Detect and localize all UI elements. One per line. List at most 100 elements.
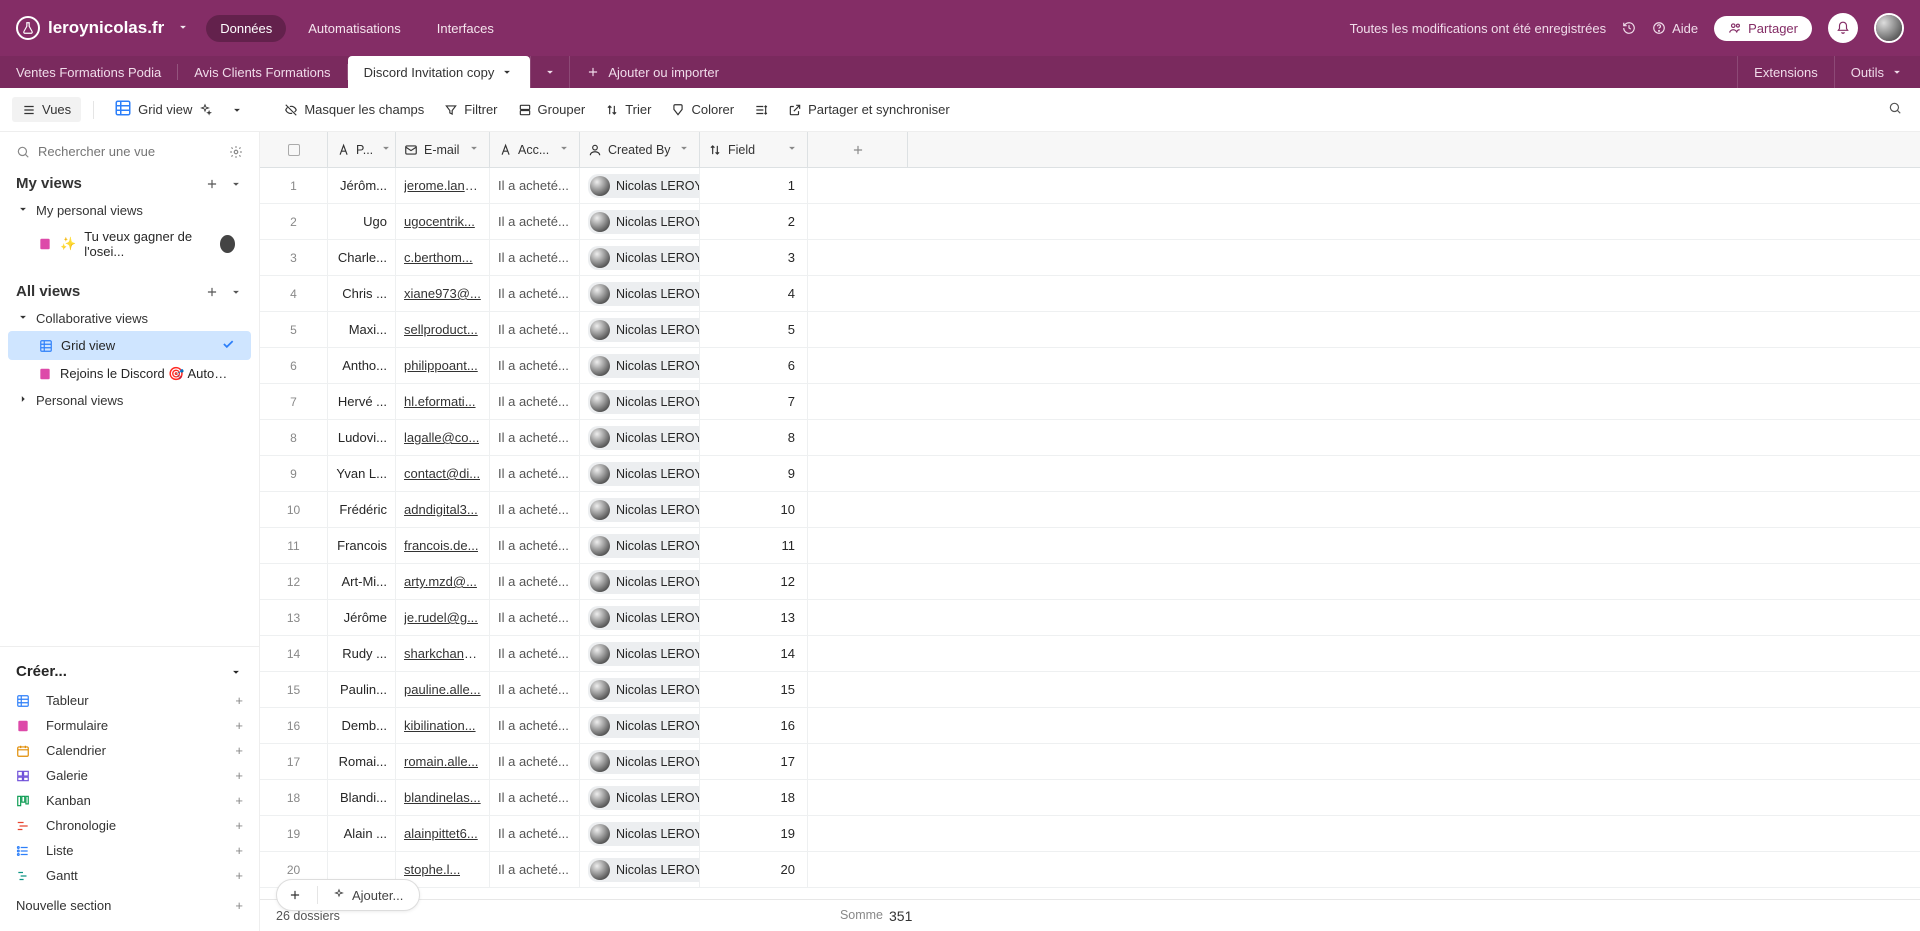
- cell-p[interactable]: Paulin...: [328, 672, 396, 707]
- collab-views-toggle[interactable]: Collaborative views: [0, 306, 259, 331]
- table-row[interactable]: 15 Paulin...pauline.alle...Il a acheté...…: [260, 672, 1920, 708]
- share-button[interactable]: Partager: [1714, 16, 1812, 41]
- cell-email[interactable]: c.berthom...: [396, 240, 490, 275]
- cell-field[interactable]: 11: [700, 528, 808, 563]
- table-row[interactable]: 20stophe.l...Il a acheté...Nicolas LEROY…: [260, 852, 1920, 888]
- cell-field[interactable]: 9: [700, 456, 808, 491]
- column-header-field[interactable]: Field: [700, 132, 808, 167]
- add-import-button[interactable]: Ajouter ou importer: [570, 56, 735, 88]
- cell-email[interactable]: je.rudel@g...: [396, 600, 490, 635]
- row-height-button[interactable]: [746, 99, 776, 121]
- filter-button[interactable]: Filtrer: [436, 98, 505, 121]
- cell-email[interactable]: alainpittet6...: [396, 816, 490, 851]
- notifications-button[interactable]: [1828, 13, 1858, 43]
- cell-email[interactable]: romain.alle...: [396, 744, 490, 779]
- create-kanban[interactable]: Kanban+: [0, 788, 259, 813]
- extensions-button[interactable]: Extensions: [1737, 56, 1834, 88]
- help-button[interactable]: Aide: [1652, 21, 1698, 36]
- table-row[interactable]: 5Maxi...sellproduct...Il a acheté...Nico…: [260, 312, 1920, 348]
- cell-p[interactable]: Jérôm...: [328, 168, 396, 203]
- new-section-button[interactable]: Nouvelle section+: [0, 888, 259, 923]
- cell-createdby[interactable]: Nicolas LEROY: [580, 780, 700, 815]
- cell-p[interactable]: Romai...: [328, 744, 396, 779]
- cell-createdby[interactable]: Nicolas LEROY: [580, 384, 700, 419]
- cell-acc[interactable]: Il a acheté...: [490, 564, 580, 599]
- column-header-email[interactable]: E-mail: [396, 132, 490, 167]
- cell-acc[interactable]: Il a acheté...: [490, 204, 580, 239]
- table-row[interactable]: 3Charle...c.berthom...Il a acheté...Nico…: [260, 240, 1920, 276]
- cell-email[interactable]: kibilination...: [396, 708, 490, 743]
- chevron-down-icon[interactable]: [229, 285, 243, 299]
- cell-acc[interactable]: Il a acheté...: [490, 852, 580, 887]
- history-button[interactable]: [1622, 21, 1636, 35]
- cell-p[interactable]: Rudy ...: [328, 636, 396, 671]
- cell-acc[interactable]: Il a acheté...: [490, 168, 580, 203]
- create-list[interactable]: Liste+: [0, 838, 259, 863]
- cell-acc[interactable]: Il a acheté...: [490, 420, 580, 455]
- cell-field[interactable]: 13: [700, 600, 808, 635]
- share-sync-button[interactable]: Partager et synchroniser: [780, 98, 958, 121]
- cell-createdby[interactable]: Nicolas LEROY: [580, 744, 700, 779]
- cell-acc[interactable]: Il a acheté...: [490, 744, 580, 779]
- cell-email[interactable]: ugocentrik...: [396, 204, 490, 239]
- cell-email[interactable]: lagalle@co...: [396, 420, 490, 455]
- cell-field[interactable]: 6: [700, 348, 808, 383]
- cell-field[interactable]: 15: [700, 672, 808, 707]
- search-views-input[interactable]: [38, 144, 221, 159]
- cell-field[interactable]: 4: [700, 276, 808, 311]
- cell-acc[interactable]: Il a acheté...: [490, 780, 580, 815]
- cell-acc[interactable]: Il a acheté...: [490, 384, 580, 419]
- cell-email[interactable]: hl.eformati...: [396, 384, 490, 419]
- cell-acc[interactable]: Il a acheté...: [490, 816, 580, 851]
- table-row[interactable]: 13Jérômeje.rudel@g...Il a acheté...Nicol…: [260, 600, 1920, 636]
- cell-p[interactable]: Jérôme: [328, 600, 396, 635]
- cell-acc[interactable]: Il a acheté...: [490, 312, 580, 347]
- cell-p[interactable]: Art-Mi...: [328, 564, 396, 599]
- cell-p[interactable]: Ugo: [328, 204, 396, 239]
- cell-createdby[interactable]: Nicolas LEROY: [580, 204, 700, 239]
- cell-email[interactable]: pauline.alle...: [396, 672, 490, 707]
- tools-button[interactable]: Outils: [1834, 56, 1920, 88]
- create-calendar[interactable]: Calendrier+: [0, 738, 259, 763]
- cell-field[interactable]: 3: [700, 240, 808, 275]
- table-row[interactable]: 19Alain ...alainpittet6...Il a acheté...…: [260, 816, 1920, 852]
- cell-email[interactable]: blandinelas...: [396, 780, 490, 815]
- gear-icon[interactable]: [229, 145, 243, 159]
- cell-acc[interactable]: Il a acheté...: [490, 600, 580, 635]
- create-form[interactable]: Formulaire+: [0, 713, 259, 738]
- cell-field[interactable]: 8: [700, 420, 808, 455]
- cell-acc[interactable]: Il a acheté...: [490, 492, 580, 527]
- column-header-createdby[interactable]: Created By: [580, 132, 700, 167]
- cell-createdby[interactable]: Nicolas LEROY: [580, 816, 700, 851]
- table-row[interactable]: 9Yvan L...contact@di...Il a acheté...Nic…: [260, 456, 1920, 492]
- table-row[interactable]: 4Chris ...xiane973@...Il a acheté...Nico…: [260, 276, 1920, 312]
- select-all-cell[interactable]: [260, 132, 328, 167]
- cell-p[interactable]: Hervé ...: [328, 384, 396, 419]
- field-summary[interactable]: Somme 351: [840, 908, 912, 924]
- hide-fields-button[interactable]: Masquer les champs: [276, 98, 432, 121]
- cell-field[interactable]: 7: [700, 384, 808, 419]
- personal-views-toggle[interactable]: Personal views: [0, 388, 259, 413]
- account-avatar[interactable]: [1874, 13, 1904, 43]
- cell-acc[interactable]: Il a acheté...: [490, 708, 580, 743]
- plus-icon[interactable]: [205, 177, 219, 191]
- table-row[interactable]: 18Blandi...blandinelas...Il a acheté...N…: [260, 780, 1920, 816]
- views-toggle[interactable]: Vues: [12, 97, 81, 122]
- cell-field[interactable]: 19: [700, 816, 808, 851]
- nav-interfaces[interactable]: Interfaces: [423, 15, 508, 42]
- view-item-discord[interactable]: Rejoins le Discord 🎯 Automatis...: [8, 360, 251, 388]
- cell-acc[interactable]: Il a acheté...: [490, 456, 580, 491]
- cell-createdby[interactable]: Nicolas LEROY: [580, 420, 700, 455]
- table-row[interactable]: 12Art-Mi...arty.mzd@...Il a acheté...Nic…: [260, 564, 1920, 600]
- cell-p[interactable]: Francois: [328, 528, 396, 563]
- my-personal-views-toggle[interactable]: My personal views: [0, 198, 259, 223]
- cell-createdby[interactable]: Nicolas LEROY: [580, 348, 700, 383]
- cell-email[interactable]: francois.de...: [396, 528, 490, 563]
- cell-acc[interactable]: Il a acheté...: [490, 672, 580, 707]
- chevron-down-icon[interactable]: [229, 177, 243, 191]
- cell-p[interactable]: Ludovi...: [328, 420, 396, 455]
- cell-field[interactable]: 14: [700, 636, 808, 671]
- cell-p[interactable]: Blandi...: [328, 780, 396, 815]
- cell-field[interactable]: 10: [700, 492, 808, 527]
- add-record-button[interactable]: Ajouter...: [276, 879, 420, 911]
